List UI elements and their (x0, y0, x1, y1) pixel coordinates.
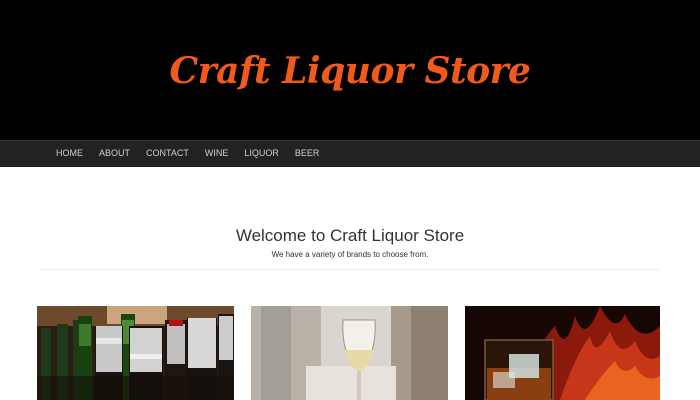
main-navbar: HOME ABOUT CONTACT WINE LIQUOR BEER (0, 140, 700, 167)
hero-banner: Craft Liquor Store (0, 0, 700, 140)
whiskey-glass-photo[interactable] (465, 306, 660, 400)
welcome-heading: Welcome to Craft Liquor Store (235, 226, 465, 245)
welcome-subheading: We have a variety of brands to choose fr… (271, 250, 429, 259)
site-title[interactable]: Craft Liquor Store (0, 50, 700, 92)
nav-item-liquor[interactable]: LIQUOR (236, 141, 287, 166)
beer-bottles-photo[interactable] (37, 306, 234, 400)
nav-item-about[interactable]: ABOUT (91, 141, 138, 166)
nav-item-contact[interactable]: CONTACT (138, 141, 197, 166)
nav-item-home[interactable]: HOME (48, 141, 91, 166)
white-wine-glass-photo[interactable] (251, 306, 448, 400)
nav-menu: HOME ABOUT CONTACT WINE LIQUOR BEER (48, 141, 327, 166)
nav-item-wine[interactable]: WINE (197, 141, 237, 166)
nav-item-beer[interactable]: BEER (287, 141, 328, 166)
section-divider (40, 269, 660, 270)
